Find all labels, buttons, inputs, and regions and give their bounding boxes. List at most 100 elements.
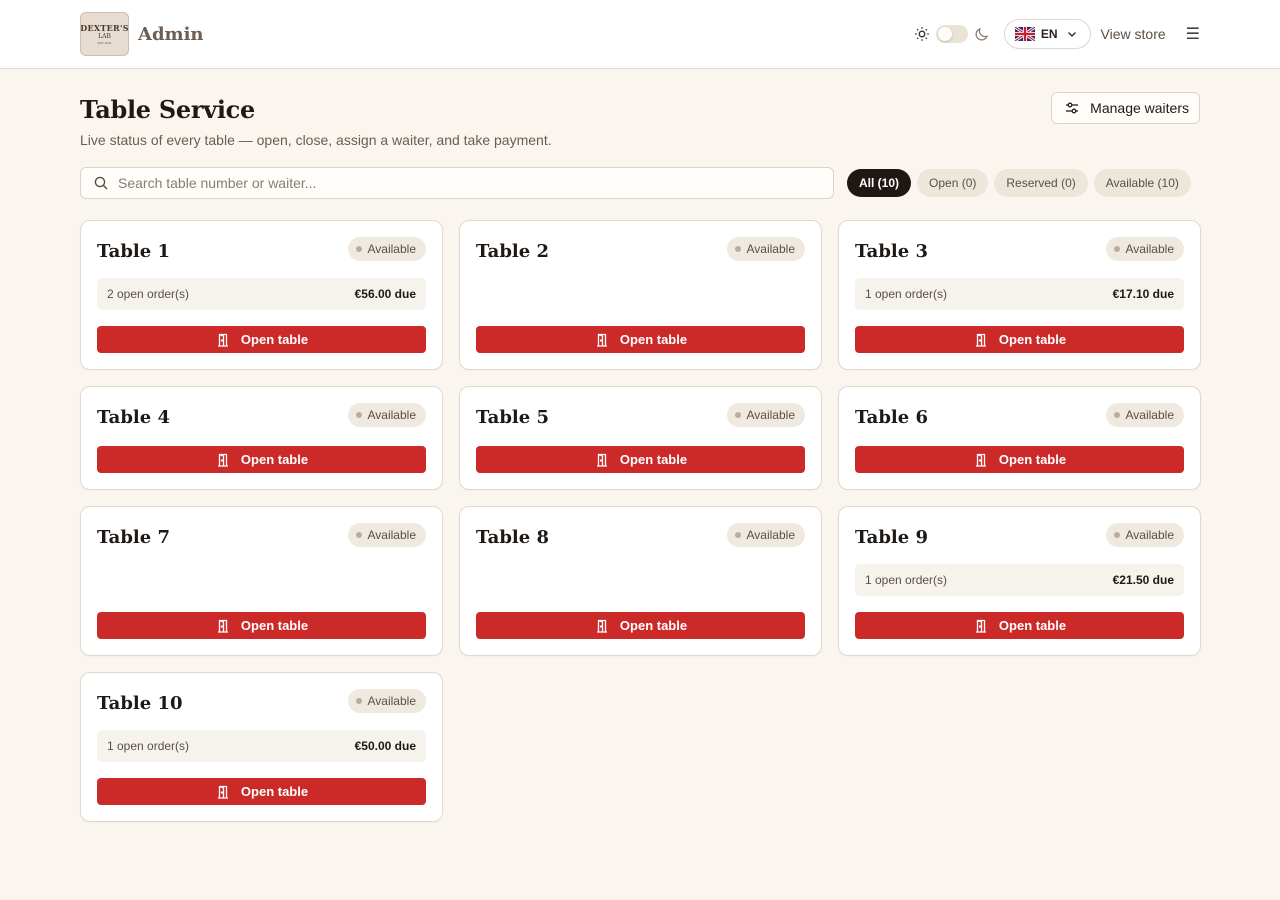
status-badge: Available <box>1105 523 1184 547</box>
logo-line-3: EST. 2021 <box>97 41 112 45</box>
status-label: Available <box>1125 408 1174 422</box>
door-open-icon <box>217 785 228 799</box>
door-open-icon <box>596 333 607 347</box>
table-card: Table 1 Available 2 open order(s) €56.00… <box>80 220 443 370</box>
table-title: Table 6 <box>855 407 929 428</box>
open-orders-summary: 1 open order(s) €50.00 due <box>97 730 426 762</box>
status-badge: Available <box>1105 237 1184 261</box>
door-open-icon <box>975 333 986 347</box>
search-icon <box>94 176 108 190</box>
sliders-icon <box>1066 102 1079 114</box>
search-input[interactable]: Search table number or waiter... <box>80 167 834 199</box>
status-dot-icon <box>734 412 741 418</box>
store-logo[interactable]: DEXTER'S LAB EST. 2021 <box>80 12 129 56</box>
door-open-icon <box>217 453 228 467</box>
theme-toggle[interactable] <box>914 25 990 43</box>
status-label: Available <box>367 528 416 542</box>
status-badge: Available <box>1105 403 1184 427</box>
status-label: Available <box>1125 528 1174 542</box>
filter-chip-available[interactable]: Available (10) <box>1093 169 1191 197</box>
open-orders-count: 1 open order(s) <box>865 287 948 301</box>
table-card: Table 6 Available Open table <box>838 386 1201 490</box>
filter-chip-open[interactable]: Open (0) <box>917 169 989 197</box>
status-badge: Available <box>347 689 426 713</box>
open-table-button[interactable]: Open table <box>97 446 426 473</box>
table-card: Table 4 Available Open table <box>80 386 443 490</box>
open-table-button[interactable]: Open table <box>855 612 1184 639</box>
table-card: Table 5 Available Open table <box>459 386 822 490</box>
open-orders-summary: 1 open order(s) €21.50 due <box>855 564 1184 596</box>
view-store-link[interactable]: View store <box>1101 26 1166 42</box>
door-open-icon <box>596 619 607 633</box>
door-open-icon <box>217 619 228 633</box>
table-title: Table 1 <box>97 241 171 262</box>
amount-due: €50.00 due <box>354 739 416 753</box>
status-badge: Available <box>726 237 805 261</box>
tables-grid: Table 1 Available 2 open order(s) €56.00… <box>80 220 1201 822</box>
open-table-button[interactable]: Open table <box>97 612 426 639</box>
status-badge: Available <box>726 403 805 427</box>
amount-due: €17.10 due <box>1112 287 1174 301</box>
table-title: Table 10 <box>97 693 183 714</box>
filter-chip-all[interactable]: All (10) <box>847 169 912 197</box>
status-dot-icon <box>734 246 741 252</box>
table-title: Table 9 <box>855 527 929 548</box>
status-label: Available <box>746 528 795 542</box>
table-title: Table 5 <box>476 407 550 428</box>
open-table-label: Open table <box>240 618 309 633</box>
uk-flag-icon <box>1014 27 1035 41</box>
filters-row: Search table number or waiter... All (10… <box>80 167 1200 199</box>
manage-waiters-label: Manage waiters <box>1090 100 1189 116</box>
brand[interactable]: DEXTER'S LAB EST. 2021 Admin <box>80 12 204 56</box>
open-table-label: Open table <box>619 618 688 633</box>
open-table-button[interactable]: Open table <box>476 446 805 473</box>
open-table-label: Open table <box>240 452 309 467</box>
top-bar: DEXTER'S LAB EST. 2021 Admin EN View sto… <box>0 0 1280 69</box>
open-orders-count: 1 open order(s) <box>107 739 190 753</box>
open-table-label: Open table <box>998 452 1067 467</box>
table-card: Table 8 Available Open table <box>459 506 822 656</box>
table-title: Table 7 <box>97 527 171 548</box>
open-table-button[interactable]: Open table <box>476 612 805 639</box>
open-table-label: Open table <box>619 452 688 467</box>
door-open-icon <box>596 453 607 467</box>
sun-icon <box>915 27 929 41</box>
amount-due: €56.00 due <box>354 287 416 301</box>
table-card: Table 3 Available 1 open order(s) €17.10… <box>838 220 1201 370</box>
open-table-button[interactable]: Open table <box>97 326 426 353</box>
open-table-label: Open table <box>998 618 1067 633</box>
open-table-button[interactable]: Open table <box>97 778 426 805</box>
open-orders-count: 2 open order(s) <box>107 287 190 301</box>
top-actions: EN View store ☰ <box>914 19 1200 49</box>
table-card: Table 10 Available 1 open order(s) €50.0… <box>80 672 443 822</box>
table-card: Table 9 Available 1 open order(s) €21.50… <box>838 506 1201 656</box>
manage-waiters-button[interactable]: Manage waiters <box>1051 92 1200 124</box>
open-table-button[interactable]: Open table <box>855 446 1184 473</box>
status-label: Available <box>746 242 795 256</box>
door-open-icon <box>975 453 986 467</box>
table-title: Table 8 <box>476 527 550 548</box>
filter-chip-reserved[interactable]: Reserved (0) <box>994 169 1088 197</box>
status-dot-icon <box>1113 532 1120 538</box>
page-title: Table Service <box>80 95 255 124</box>
open-table-label: Open table <box>240 784 309 799</box>
open-orders-count: 1 open order(s) <box>865 573 948 587</box>
status-dot-icon <box>355 412 362 418</box>
logo-line-2: LAB <box>98 33 111 40</box>
amount-due: €21.50 due <box>1112 573 1174 587</box>
status-dot-icon <box>355 246 362 252</box>
status-label: Available <box>1125 242 1174 256</box>
language-selector[interactable]: EN <box>1003 19 1091 49</box>
open-table-button[interactable]: Open table <box>476 326 805 353</box>
status-badge: Available <box>726 523 805 547</box>
moon-icon <box>975 27 988 41</box>
status-label: Available <box>746 408 795 422</box>
hamburger-menu-icon[interactable]: ☰ <box>1186 24 1200 44</box>
door-open-icon <box>975 619 986 633</box>
theme-switch[interactable] <box>935 25 968 43</box>
open-table-button[interactable]: Open table <box>855 326 1184 353</box>
status-badge: Available <box>347 523 426 547</box>
open-orders-summary: 1 open order(s) €17.10 due <box>855 278 1184 310</box>
table-title: Table 3 <box>855 241 929 262</box>
status-label: Available <box>367 242 416 256</box>
